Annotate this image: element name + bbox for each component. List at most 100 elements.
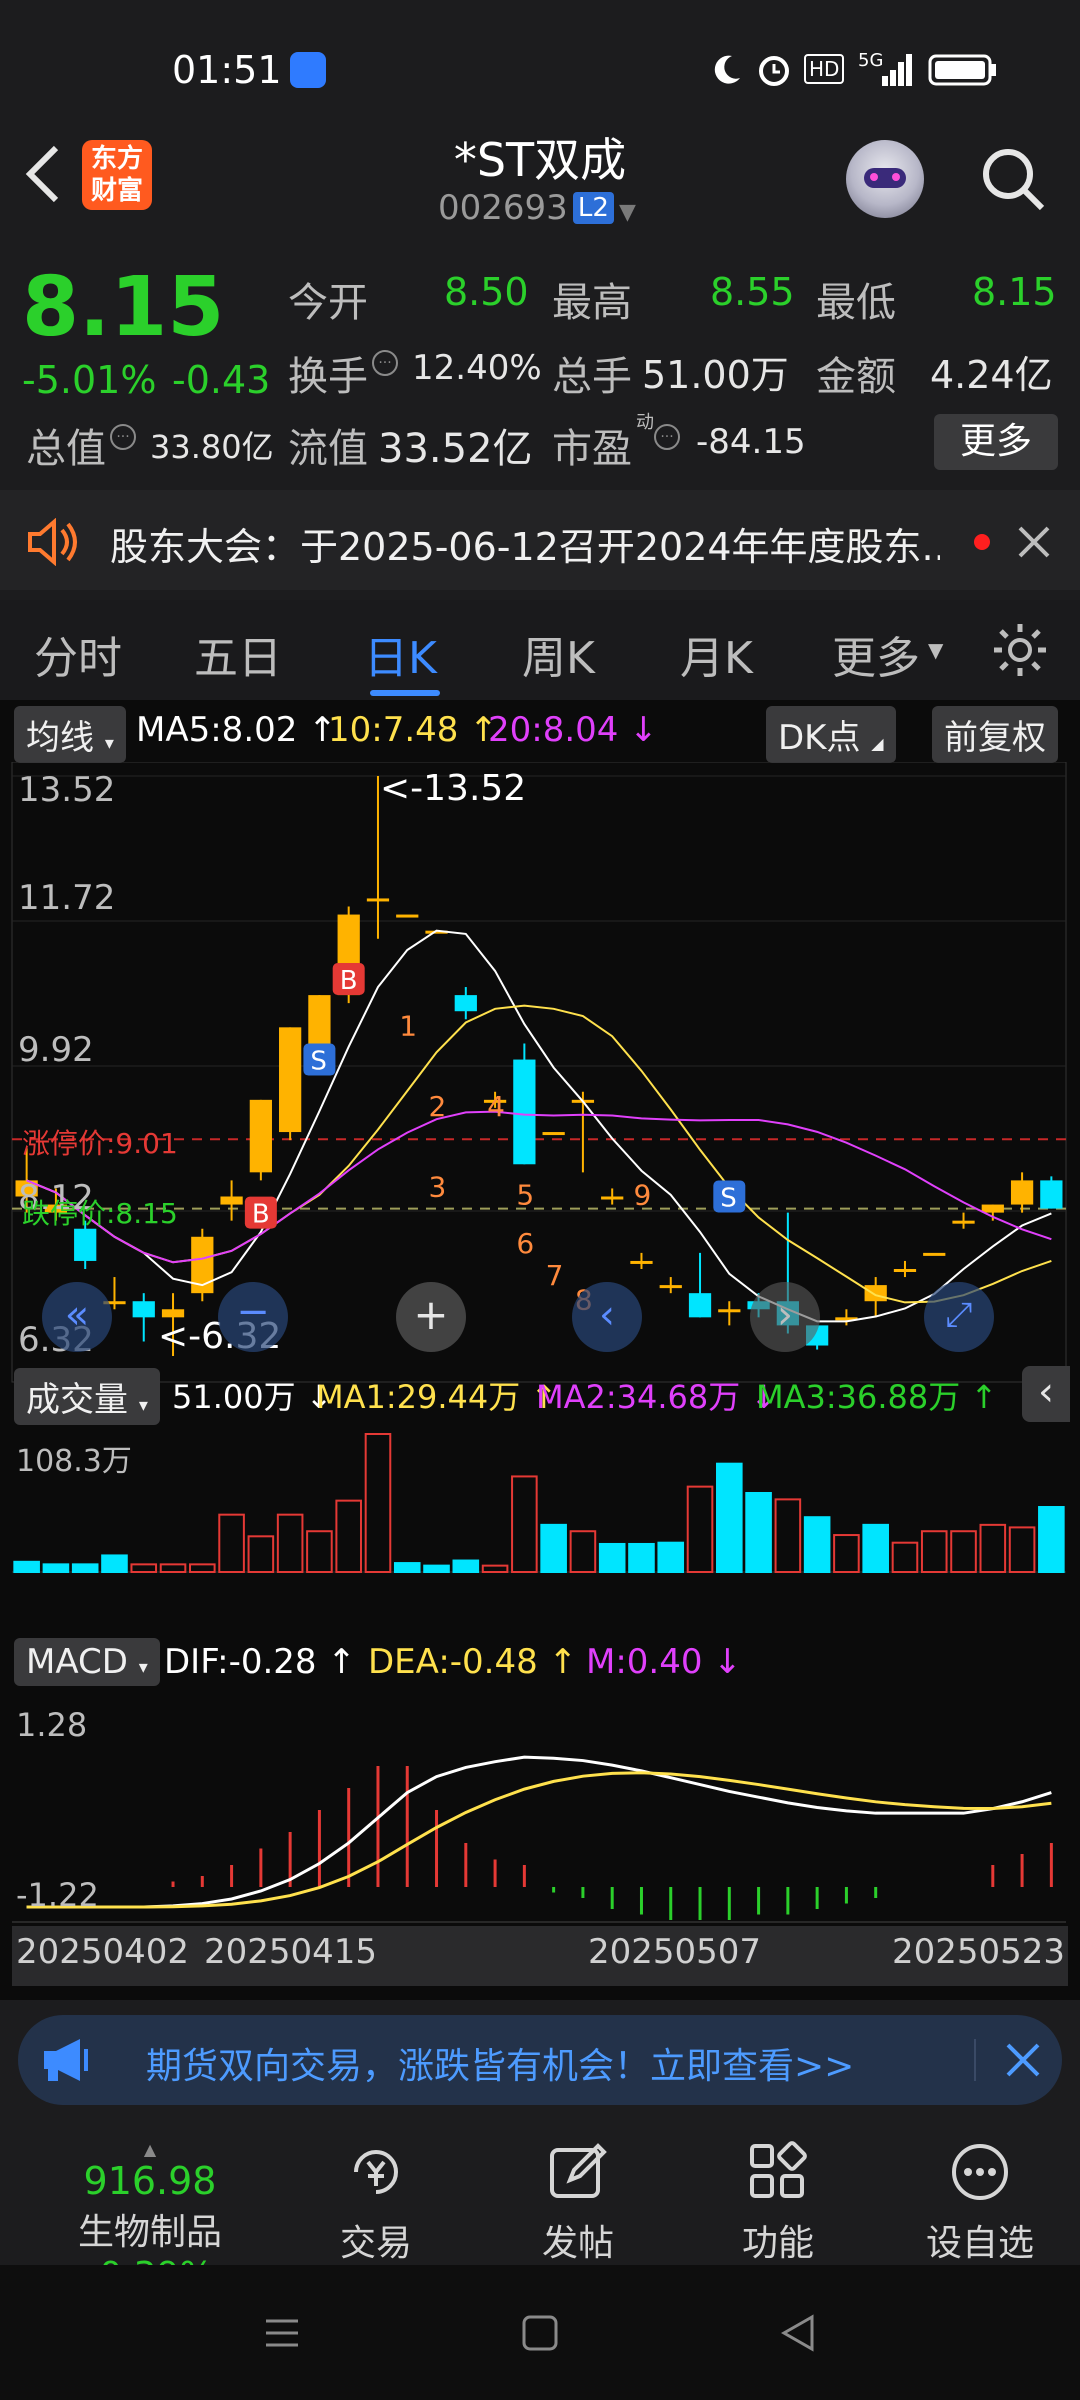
level-badge[interactable]: L2: [572, 192, 614, 224]
ma5-label: MA5:8.02: [136, 710, 298, 750]
pe-dynamic-mark: 动: [636, 412, 654, 433]
robot-assistant-icon[interactable]: [846, 140, 924, 218]
chart-area[interactable]: 均线 ▾ MA5:8.02 ↑ 10:7.48 ↑ 20:8.04 ↓ DK点 …: [0, 700, 1080, 2000]
volume-bar: [862, 1523, 889, 1574]
date-axis: 20250402 20250415 20250507 20250523: [12, 1926, 1068, 1986]
scroll-left-fast-button[interactable]: «: [42, 1282, 112, 1352]
notice-bar[interactable]: 股东大会：于2025-06-12召开2024年年度股东...: [0, 490, 1080, 590]
fullscreen-button[interactable]: ⤢: [924, 1282, 994, 1352]
macd-selector[interactable]: MACD ▾: [14, 1638, 160, 1686]
volume-bar: [1008, 1526, 1036, 1574]
adjust-button[interactable]: 前复权: [932, 706, 1058, 763]
macd-dea-label: DEA:-0.48: [368, 1642, 538, 1682]
candle-body: [220, 1196, 243, 1205]
nav-trade[interactable]: 交易: [306, 2140, 446, 2266]
signal-icon: [882, 54, 912, 86]
menu-icon[interactable]: [262, 2313, 302, 2353]
nav-features[interactable]: 功能: [708, 2140, 848, 2266]
close-icon[interactable]: [1016, 524, 1052, 560]
candle-body: [279, 1027, 302, 1133]
info-icon[interactable]: ···: [372, 350, 398, 376]
candle-body: [688, 1293, 712, 1318]
back-icon[interactable]: [778, 2313, 818, 2353]
tab-five-day[interactable]: 五日: [194, 622, 282, 686]
dk-point-button[interactable]: DK点 ◢: [766, 706, 896, 763]
macd-dea: DEA:-0.48 ↑: [368, 1642, 578, 1682]
signal-number[interactable]: 5: [516, 1179, 534, 1212]
date-label: 20250507: [588, 1932, 762, 1972]
float-cap-label: 流值: [288, 426, 368, 472]
bottom-nav: ▲ 916.98 生物制品 -0.39% 交易 发帖 功能 设自选: [0, 2130, 1080, 2296]
scroll-right-button[interactable]: ›: [750, 1282, 820, 1352]
candle-body: [864, 1285, 887, 1302]
banner-text: 期货双向交易，涨跌皆有机会！立即查看>>: [146, 2046, 855, 2087]
header: 东方 财富 *ST双成 002693 L2 ▼: [0, 110, 1080, 240]
nav-post[interactable]: 发帖: [508, 2140, 648, 2266]
trade-signal-label[interactable]: S: [310, 1047, 327, 1077]
signal-number[interactable]: 4: [487, 1090, 505, 1123]
change-amount: -0.43: [172, 358, 271, 402]
y-axis-label: 11.72: [18, 878, 116, 918]
close-icon[interactable]: [1004, 2041, 1042, 2079]
ad-banner[interactable]: 期货双向交易，涨跌皆有机会！立即查看>>: [18, 2015, 1062, 2105]
candle-body: [1010, 1180, 1034, 1205]
info-icon[interactable]: ···: [110, 424, 136, 450]
nav-add-watchlist[interactable]: 设自选: [910, 2140, 1050, 2266]
signal-number[interactable]: 7: [546, 1259, 564, 1292]
tab-intraday[interactable]: 分时: [34, 622, 122, 686]
trade-signal-label[interactable]: S: [720, 1184, 737, 1214]
volume-selector[interactable]: 成交量 ▾: [14, 1368, 160, 1425]
chevron-down-icon[interactable]: ▼: [619, 200, 636, 225]
tab-weekly-k[interactable]: 周K: [522, 622, 595, 686]
signal-number[interactable]: 9: [633, 1179, 651, 1212]
tab-more[interactable]: 更多: [832, 622, 920, 686]
stock-code-row: 002693 L2 ▼: [438, 188, 636, 228]
ma-selector[interactable]: 均线 ▾: [14, 706, 126, 763]
volume-bar: [657, 1541, 685, 1573]
divider: [974, 2039, 976, 2081]
signal-number[interactable]: 6: [516, 1227, 534, 1260]
more-button[interactable]: 更多: [934, 414, 1058, 470]
trade-signal-label[interactable]: B: [340, 966, 358, 996]
chevron-down-icon[interactable]: ▼: [928, 638, 943, 662]
volume-bar: [335, 1499, 362, 1573]
clock: 01:51: [172, 48, 282, 92]
zoom-in-button[interactable]: +: [396, 1282, 466, 1352]
hd-icon: HD: [804, 54, 845, 84]
gear-icon[interactable]: [990, 620, 1050, 680]
info-icon[interactable]: ···: [654, 424, 680, 450]
macd-bottom-label: -1.22: [16, 1876, 99, 1914]
zoom-out-button[interactable]: −: [218, 1282, 288, 1352]
volume-bar: [364, 1433, 392, 1573]
candle-body: [718, 1309, 741, 1313]
alarm-icon: [759, 56, 789, 86]
last-price: 8.15: [22, 260, 225, 355]
search-icon[interactable]: [978, 144, 1048, 214]
volume-ma3-label: MA3:36.88万: [756, 1378, 961, 1416]
trade-signal-label[interactable]: B: [252, 1200, 270, 1230]
tab-monthly-k[interactable]: 月K: [680, 622, 753, 686]
tab-daily-k[interactable]: 日K: [364, 622, 437, 686]
edit-icon: [550, 2143, 607, 2198]
moon-icon: [714, 55, 740, 84]
collapse-panel-button[interactable]: ‹: [1022, 1366, 1070, 1422]
candle-body: [513, 1059, 536, 1165]
ma10-value: 10:7.48 ↑: [328, 710, 498, 750]
volume-bar: [13, 1560, 40, 1573]
date-label: 20250415: [204, 1932, 378, 1972]
unread-dot: [974, 534, 990, 550]
signal-number[interactable]: 1: [399, 1009, 417, 1042]
macd-m-label: M:0.40: [586, 1642, 703, 1682]
max-price-marker: <-13.52: [380, 768, 527, 809]
amount-value: 4.24亿: [930, 353, 1053, 397]
candle-body: [132, 1301, 155, 1318]
open-label: 今开: [288, 280, 368, 326]
macd-dea-line: [26, 1771, 1052, 1909]
scroll-left-button[interactable]: ‹: [572, 1282, 642, 1352]
signal-number[interactable]: 3: [429, 1171, 447, 1204]
volume-bar: [393, 1562, 421, 1573]
home-icon[interactable]: [520, 2313, 560, 2353]
megaphone-icon: [44, 2039, 88, 2081]
signal-number[interactable]: 2: [429, 1090, 447, 1123]
limit-down-label: 跌停价:8.15: [22, 1197, 178, 1230]
